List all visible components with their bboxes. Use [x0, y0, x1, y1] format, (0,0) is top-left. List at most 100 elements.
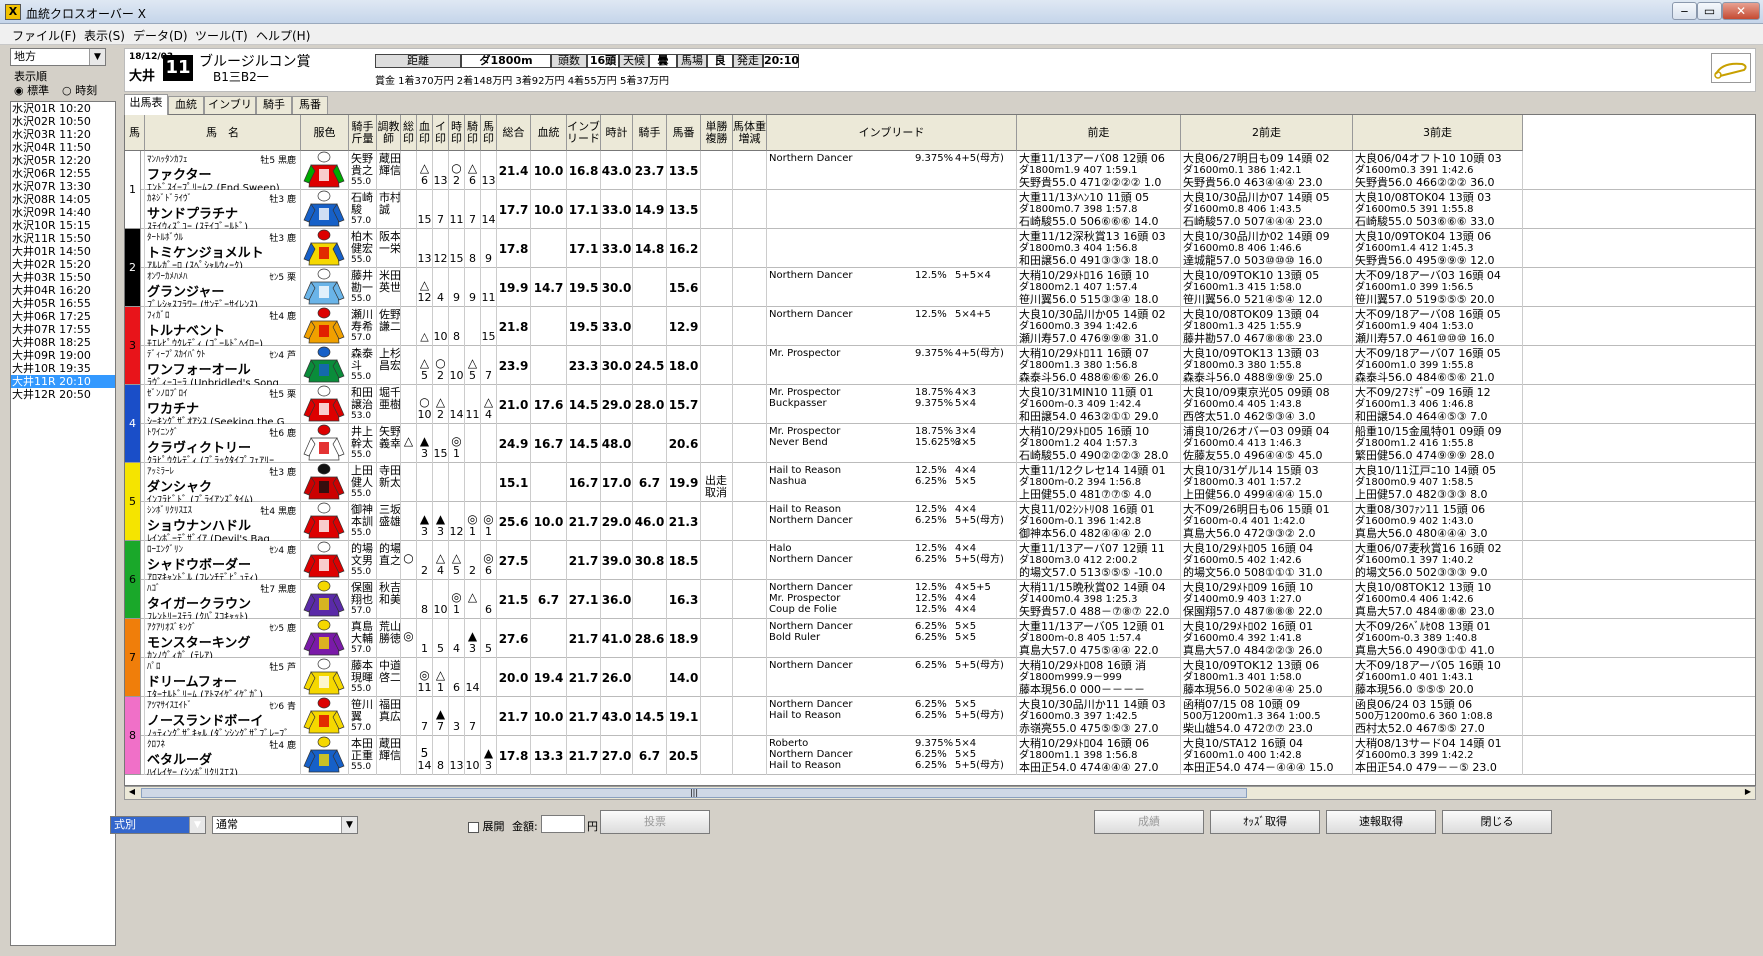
scroll-right-icon[interactable]: ▶ — [1741, 787, 1755, 799]
score-cell-jy: 24.5 — [633, 346, 667, 385]
column-header[interactable]: 総合 — [497, 115, 531, 151]
race-list-item[interactable]: 水沢01R 10:20 — [11, 102, 115, 115]
race-list-item[interactable]: 水沢09R 14:40 — [11, 206, 115, 219]
horse-row[interactable]: 4 ｵﾝﾜｰｶﾒﾊﾒﾊｾﾝ5 栗グランジャーﾌﾞﾚｼｬｽﾌﾗﾜｰ (ｻﾝﾃﾞｰｻｲ… — [125, 268, 1755, 307]
column-header[interactable]: 馬番 — [667, 115, 701, 151]
race-list-item[interactable]: 大井04R 16:20 — [11, 284, 115, 297]
race-list-item[interactable]: 大井08R 18:25 — [11, 336, 115, 349]
race-list-item[interactable]: 水沢08R 14:05 — [11, 193, 115, 206]
race-list-item[interactable]: 大井09R 19:00 — [11, 349, 115, 362]
horse-row[interactable]: 8ﾄﾜｲﾆﾝｸﾞ牡6 鹿クラヴィクトリーｸﾗﾋﾟｳｸﾚﾃﾞｨ (ﾌﾞﾗｯｸﾀｲﾌ… — [125, 424, 1755, 463]
race-list-item[interactable]: 大井10R 19:35 — [11, 362, 115, 375]
column-header[interactable]: 血統 — [531, 115, 567, 151]
jockey-silks-icon — [303, 463, 345, 500]
tab-2[interactable]: インブリード — [204, 96, 256, 127]
column-header[interactable]: イ 印 — [433, 115, 449, 151]
horse-row[interactable]: 14 ﾊﾟﾛ牡5 芦ドリームフォーｴﾀｰﾅﾙﾄﾞﾘｰﾑ (ｱﾄﾏｲｹﾞｲｹﾞｶﾞ)… — [125, 658, 1755, 697]
race-list-item[interactable]: 水沢02R 10:50 — [11, 115, 115, 128]
mode-select[interactable]: 通常 ▼ — [212, 816, 358, 834]
column-header[interactable]: 馬体重 増減 — [733, 115, 767, 151]
scroll-left-icon[interactable]: ◀ — [125, 787, 139, 799]
race-list-item[interactable]: 大井12R 20:50 — [11, 388, 115, 401]
horse-row[interactable]: 7ｾﾞﾝﾉﾛﾌﾞﾛｲ牡5 栗ワカチナｼｰｷﾝｸﾞｻﾞｵｱｼｽ (Seeking … — [125, 385, 1755, 424]
column-header[interactable]: 馬 — [125, 115, 145, 151]
menu-help[interactable]: ヘルプ(H) — [256, 27, 310, 44]
maximize-button[interactable]: ▭ — [1697, 2, 1722, 20]
column-header[interactable]: インブリード — [767, 115, 1017, 151]
column-header[interactable]: 血 印 — [417, 115, 433, 151]
column-header[interactable]: 馬 名 — [145, 115, 301, 151]
mark-symbol: ▲ — [419, 434, 430, 448]
result-button[interactable]: 成績 — [1094, 810, 1204, 834]
column-header[interactable]: 馬 印 — [481, 115, 497, 151]
horse-row[interactable]: 12ﾊｺﾞ牡7 黒鹿タイガークラウンﾌﾚﾝﾄﾘｰｽﾃﾗ (ｸﾊﾞｽｺｷｬｯﾄ)保… — [125, 580, 1755, 619]
horse-row[interactable]: 1ﾏﾝﾊｯﾀﾝｶﾌｪ牡5 黒鹿ファクターｴﾝﾄﾞｽｲｰﾌﾟﾘｰﾑ2 (End S… — [125, 151, 1755, 190]
horse-row[interactable]: 2ｶﾈｼﾞﾄﾞﾗｲｳﾞ牡3 鹿サンドプラチナｽﾃｲｳｨｽﾞﾕｰ (ｽﾃｲｺﾞｰﾙ… — [125, 190, 1755, 229]
safety-pin-icon[interactable] — [1711, 53, 1751, 83]
tab-4[interactable]: 馬番 — [292, 96, 328, 114]
column-header[interactable]: 3前走 — [1353, 115, 1523, 151]
horse-row[interactable]: 1 3 ｱｸｱﾘｵｽﾞｷﾝｸﾞｾﾝ5 鹿モンスターキングｶﾝﾉｳﾞｨｶﾞ (ﾃﾚｱ)… — [125, 619, 1755, 658]
bet-type-select[interactable]: 式別 ▼ — [110, 816, 206, 834]
column-header[interactable]: 2前走 — [1181, 115, 1353, 151]
race-list-item[interactable]: 水沢06R 12:55 — [11, 167, 115, 180]
horse-row[interactable]: 6ﾃﾞｨｰﾌﾟｽｶｲﾊﾞｳﾄｾﾝ4 芦ワンフォーオールﾗｳﾞｨｰﾕｰﾗ (Unb… — [125, 346, 1755, 385]
tab-0[interactable]: 出馬表 — [124, 94, 168, 115]
previous-race-line: 大重08/30ﾌｧﾝ11 15頭 06 — [1355, 503, 1486, 516]
close-window-button[interactable]: ✕ — [1722, 2, 1760, 20]
previous-race-line: 矢野貴55.0 471②②②② 1.0 — [1019, 176, 1162, 189]
race-list-item[interactable]: 大井05R 16:55 — [11, 297, 115, 310]
minimize-button[interactable]: ‒ — [1672, 2, 1697, 20]
horizontal-scrollbar[interactable]: ◀ ||| ▶ — [124, 786, 1756, 800]
column-header[interactable]: 騎手 — [633, 115, 667, 151]
horse-row[interactable]: 9ｱｯﾐﾗｰﾚ牡3 鹿ダンシャクｲﾝﾌﾗﾋﾞﾄﾞ (ﾌﾞﾗｲｱﾝｽﾞﾀｲﾑ)上田… — [125, 463, 1755, 502]
horse-row[interactable]: 5ﾌｨｶﾞﾛ牡4 鹿トルナベントﾓｴﾚﾋﾟｳｸﾚﾃﾞｨ (ｺﾞｰﾙﾄﾞﾍｲﾛｰ)… — [125, 307, 1755, 346]
mark-symbol: ◎ — [483, 551, 494, 565]
menu-tools[interactable]: ツール(T) — [195, 27, 248, 44]
race-list-item[interactable]: 水沢07R 13:30 — [11, 180, 115, 193]
race-list[interactable]: 水沢01R 10:20 水沢02R 10:50 水沢03R 11:20 水沢04R 1… — [10, 101, 116, 946]
column-header[interactable]: 総 印 — [401, 115, 417, 151]
horse-row[interactable]: 11ﾛｰｴﾝｸﾞﾘﾝｾﾝ4 鹿シャドウボーダーｱﾛﾏｷｬﾝﾄﾞﾙ (ﾌﾚﾝﾁﾃﾞ… — [125, 541, 1755, 580]
order-radio-standard[interactable]: ◉ 標準 — [14, 82, 49, 98]
race-list-item[interactable]: 大井11R 20:10 — [11, 375, 115, 388]
horse-row[interactable]: 16ｸﾛﾌﾈ牡4 鹿ベタルーダﾊｲﾚｲﾔｰ (ｼﾝﾎﾞﾘｸﾘｽｴｽ)本田正重55… — [125, 736, 1755, 775]
column-header[interactable]: 調教 師 — [377, 115, 401, 151]
odds-button[interactable]: ｵｯｽﾞ取得 — [1210, 810, 1320, 834]
horse-row[interactable]: 3ﾀｰﾄﾙﾎﾞｳﾙ牡3 鹿トミケンジョメルトｱﾙﾚｶﾞｰﾛ (ｽﾍﾟｼｬﾙｳｨｰ… — [125, 229, 1755, 268]
race-list-item[interactable]: 水沢10R 15:15 — [11, 219, 115, 232]
menu-data[interactable]: データ(D) — [133, 27, 188, 44]
horse-row[interactable]: 10ｼﾝﾎﾞﾘｸﾘｽｴｽ牡4 黒鹿ショウナンハドルﾚｲﾝﾎﾞｰﾃﾞｻﾞｲｱ (D… — [125, 502, 1755, 541]
column-header[interactable]: 騎手 斤量 — [349, 115, 377, 151]
race-list-item[interactable]: 大井03R 15:50 — [11, 271, 115, 284]
horse-row[interactable]: 15ｱﾂﾏｻｲｽｴｲﾄﾞｾﾝ6 青ノースランドボーイﾉｯﾃｨﾝｸﾞｻﾞｷｬﾙ (… — [125, 697, 1755, 736]
column-header[interactable]: インブ リード — [567, 115, 601, 151]
expand-checkbox[interactable]: 展開 — [468, 818, 505, 834]
amount-input[interactable] — [541, 815, 585, 833]
column-header[interactable]: 単勝 複勝 — [701, 115, 733, 151]
fast-button[interactable]: 速報取得 — [1326, 810, 1436, 834]
race-list-item[interactable]: 水沢11R 15:50 — [11, 232, 115, 245]
vote-button[interactable]: 投票 — [600, 810, 710, 834]
area-select[interactable]: 地方 ▼ — [10, 48, 106, 66]
menu-view[interactable]: 表示(S) — [84, 27, 125, 44]
tab-3[interactable]: 騎手 — [256, 96, 292, 114]
scroll-thumb[interactable]: ||| — [141, 788, 1247, 798]
order-radio-time[interactable]: ○ 時刻 — [62, 82, 97, 98]
column-header[interactable]: 時 印 — [449, 115, 465, 151]
race-list-item[interactable]: 大井01R 14:50 — [11, 245, 115, 258]
race-list-item[interactable]: 大井07R 17:55 — [11, 323, 115, 336]
race-list-item[interactable]: 水沢03R 11:20 — [11, 128, 115, 141]
column-header[interactable]: 服色 — [301, 115, 349, 151]
column-header[interactable]: 時計 — [601, 115, 633, 151]
race-list-item[interactable]: 水沢04R 11:50 — [11, 141, 115, 154]
previous-race-line: 本田正54.0 474－④④④ 15.0 — [1183, 761, 1334, 774]
race-list-item[interactable]: 水沢05R 12:20 — [11, 154, 115, 167]
close-button[interactable]: 閉じる — [1442, 810, 1552, 834]
column-header[interactable]: 前走 — [1017, 115, 1181, 151]
menu-file[interactable]: ファイル(F) — [12, 27, 76, 44]
tab-1[interactable]: 血統 — [168, 96, 204, 114]
race-list-item[interactable]: 大井06R 17:25 — [11, 310, 115, 323]
race-list-item[interactable]: 大井02R 15:20 — [11, 258, 115, 271]
column-header[interactable]: 騎 印 — [465, 115, 481, 151]
